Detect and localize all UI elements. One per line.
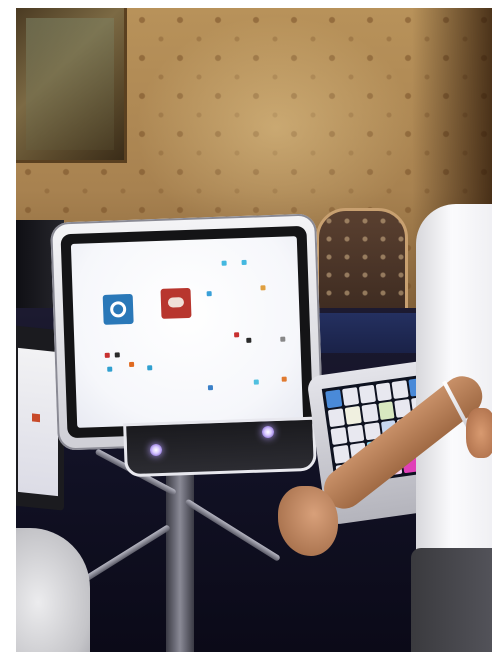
screen-icon [246, 337, 252, 343]
screen-icon [253, 379, 259, 385]
person-hand-right [466, 408, 492, 458]
screen-icon [107, 366, 113, 372]
key[interactable] [330, 426, 348, 446]
key[interactable] [327, 408, 345, 427]
screen-icon [147, 365, 153, 371]
screen-icon [129, 361, 135, 368]
key[interactable] [375, 382, 393, 402]
key[interactable] [391, 380, 409, 399]
screen-icon [206, 291, 212, 297]
device-screen[interactable] [70, 236, 304, 428]
screen-icon [260, 285, 266, 291]
wall-painting [16, 8, 127, 163]
key[interactable] [344, 405, 362, 425]
screen-icon [114, 352, 120, 358]
screen-icon [281, 376, 287, 382]
screen-icon [207, 385, 214, 391]
person-pants [411, 548, 492, 652]
symbol-tile-blue[interactable] [102, 293, 134, 325]
chair-back [316, 208, 408, 322]
screen-icon [104, 352, 110, 358]
screen-icon [280, 336, 286, 342]
device-button-right[interactable] [262, 426, 274, 438]
key[interactable] [358, 384, 376, 404]
key[interactable] [377, 401, 395, 420]
key[interactable] [325, 389, 343, 409]
screen-icon [234, 332, 240, 338]
photo [16, 8, 492, 652]
key[interactable] [361, 403, 379, 423]
key[interactable] [347, 424, 365, 444]
screen-icon [241, 259, 247, 266]
stand-pole [166, 468, 194, 652]
device-button-left[interactable] [150, 444, 162, 456]
left-monitor-screen [18, 347, 58, 497]
screen-icon [221, 260, 227, 266]
symbol-tile-red[interactable] [160, 287, 192, 319]
key[interactable] [341, 387, 359, 406]
